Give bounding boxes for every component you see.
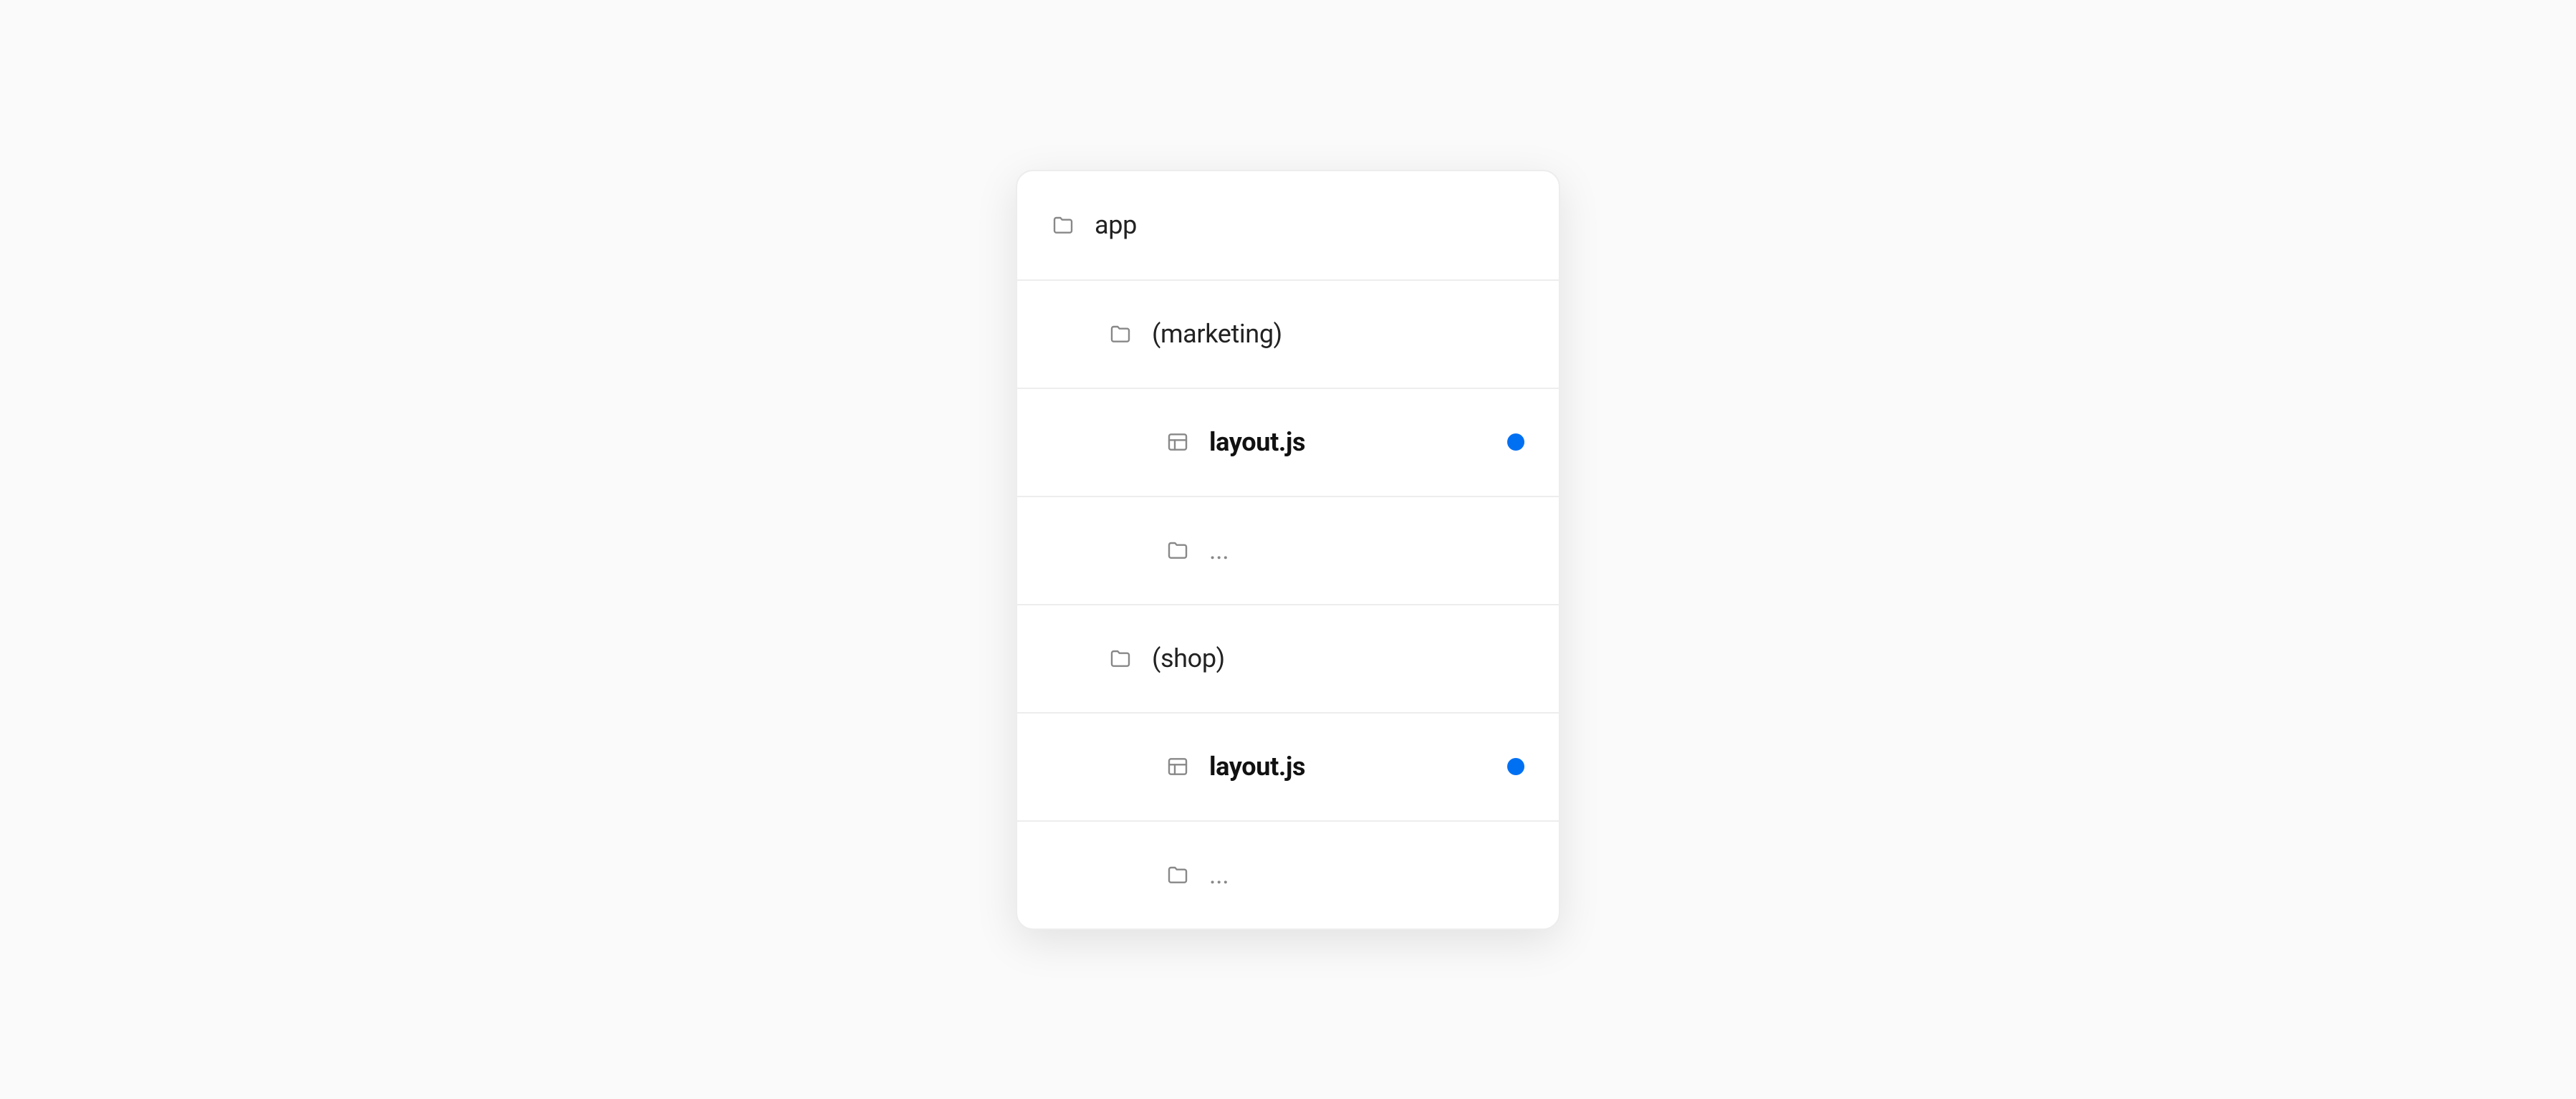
tree-row-shop[interactable]: (shop) [1017, 604, 1559, 712]
folder-icon [1166, 863, 1189, 886]
tree-row-label: (marketing) [1152, 319, 1282, 349]
folder-icon [1109, 647, 1132, 670]
tree-row-label: ... [1209, 860, 1229, 890]
folder-icon [1109, 322, 1132, 345]
tree-row-label: layout.js [1209, 427, 1305, 457]
status-dot [1507, 433, 1524, 451]
status-dot [1507, 758, 1524, 775]
layout-icon [1166, 755, 1189, 778]
tree-row-marketing-layout[interactable]: layout.js [1017, 388, 1559, 496]
tree-row-app[interactable]: app [1017, 171, 1559, 279]
folder-icon [1166, 539, 1189, 562]
tree-row-marketing[interactable]: (marketing) [1017, 279, 1559, 388]
file-tree-card: app (marketing) layout.js ... [1016, 170, 1560, 930]
folder-icon [1052, 213, 1075, 236]
layout-icon [1166, 431, 1189, 453]
tree-row-label: app [1095, 210, 1137, 240]
tree-row-label: (shop) [1152, 643, 1225, 673]
tree-row-label: layout.js [1209, 752, 1305, 782]
tree-row-marketing-rest[interactable]: ... [1017, 496, 1559, 604]
tree-row-label: ... [1209, 535, 1229, 565]
tree-row-shop-rest[interactable]: ... [1017, 820, 1559, 928]
tree-row-shop-layout[interactable]: layout.js [1017, 712, 1559, 820]
